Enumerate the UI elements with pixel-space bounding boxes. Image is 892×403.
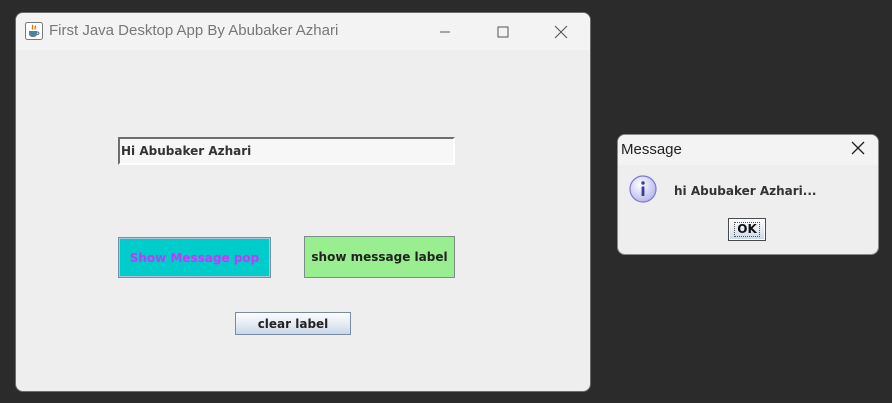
show-message-pop-label: Show Message pop [129,250,260,265]
name-text-field[interactable] [118,137,455,165]
dialog-message: hi Abubaker Azhari... [674,184,817,198]
minimize-button[interactable] [416,13,474,50]
ok-button[interactable]: OK [728,218,766,241]
info-icon [628,174,658,204]
show-message-pop-button[interactable]: Show Message pop [118,237,271,278]
dialog-title: Message [621,141,682,158]
java-icon [25,22,43,40]
close-icon [851,141,865,160]
dialog-titlebar[interactable]: Message [618,135,878,165]
window-title: First Java Desktop App By Abubaker Azhar… [49,22,339,39]
close-icon [554,25,568,39]
minimize-icon [439,26,451,38]
show-message-label-label: show message label [311,250,448,264]
close-button[interactable] [532,13,590,50]
main-window-titlebar[interactable]: First Java Desktop App By Abubaker Azhar… [16,13,590,50]
show-message-label-button[interactable]: show message label [304,236,455,278]
dialog-close-button[interactable] [838,135,878,165]
maximize-icon [497,26,509,38]
clear-label-label: clear label [257,316,329,331]
main-window: First Java Desktop App By Abubaker Azhar… [15,12,591,392]
message-dialog: Message hi Abubaker Azhari... OK [617,134,879,255]
maximize-button[interactable] [474,13,532,50]
clear-label-button[interactable]: clear label [235,312,351,335]
ok-button-label: OK [734,222,760,237]
